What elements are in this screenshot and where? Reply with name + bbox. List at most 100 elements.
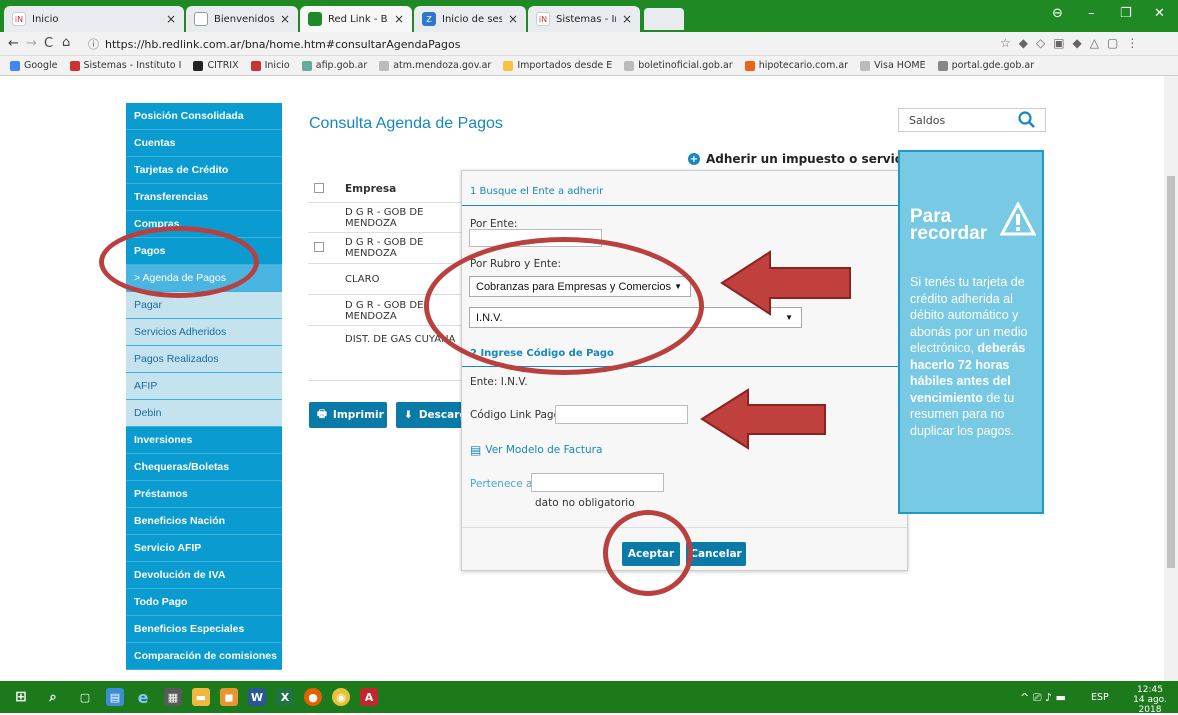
forward-button[interactable]: → xyxy=(26,36,37,51)
info-title: Para recordar xyxy=(910,206,988,244)
printer-icon: 🖶 xyxy=(317,408,327,420)
sidebar-item[interactable]: Pagos Realizados xyxy=(126,346,282,373)
tab-inicio[interactable]: iN Inicio × xyxy=(4,6,184,32)
sidebar-item[interactable]: Beneficios Especiales xyxy=(126,616,282,643)
windows-start-icon[interactable]: ⊞ xyxy=(12,688,30,706)
page-scrollbar[interactable] xyxy=(1164,76,1178,681)
imprimir-button[interactable]: 🖶 Imprimir xyxy=(309,402,387,428)
bookmark-item[interactable]: boletinoficial.gob.ar xyxy=(624,60,733,71)
sidebar-item[interactable]: Posición Consolidada xyxy=(126,103,282,130)
annotation-ellipse xyxy=(99,226,259,298)
tab-favicon-icon: iN xyxy=(536,12,550,26)
bookmark-item[interactable]: portal.gde.gob.ar xyxy=(937,60,1034,71)
sidebar-item[interactable]: Cuentas xyxy=(126,130,282,157)
bookmark-item[interactable]: Sistemas - Instituto I xyxy=(69,60,181,71)
search-icon[interactable] xyxy=(1018,111,1036,132)
sidebar-item[interactable]: Préstamos xyxy=(126,481,282,508)
chrome-icon[interactable]: ◉ xyxy=(332,688,350,706)
warning-icon xyxy=(1000,202,1036,236)
sidebar-item[interactable]: Chequeras/Boletas xyxy=(126,454,282,481)
bookmark-item[interactable]: Visa HOME xyxy=(860,60,926,71)
annotation-ellipse xyxy=(424,237,704,375)
page-title: Consulta Agenda de Pagos xyxy=(309,115,503,132)
store-icon[interactable]: ▤ xyxy=(106,688,124,706)
bookmark-folder[interactable]: Importados desde E xyxy=(503,60,612,71)
acrobat-icon[interactable]: A xyxy=(360,688,378,706)
close-window-button[interactable]: ✕ xyxy=(1154,6,1165,21)
firefox-icon[interactable]: ● xyxy=(304,688,322,706)
sidebar-item[interactable]: Servicios Adheridos xyxy=(126,319,282,346)
url-field[interactable]: ⓘ https://hb.redlink.com.ar/bna/home.htm… xyxy=(88,35,988,53)
clock[interactable]: 12:45 14 ago. 2018 xyxy=(1128,685,1172,715)
minimize-button[interactable]: – xyxy=(1088,6,1095,21)
tab-linkpagos[interactable]: Bienvenidos a LinkPagos × xyxy=(186,6,298,32)
sidebar-item[interactable]: Debin xyxy=(126,400,282,427)
annotation-ellipse xyxy=(603,510,693,596)
page-icon xyxy=(194,12,208,26)
maximize-button[interactable]: ❐ xyxy=(1120,6,1132,21)
info-icon: ⓘ xyxy=(88,38,99,51)
bookmarks-bar: Google Sistemas - Instituto I CITRIX Ini… xyxy=(0,56,1178,76)
close-icon[interactable]: × xyxy=(280,12,290,26)
adherir-link[interactable]: + Adherir un impuesto o servicio xyxy=(688,152,914,166)
table-row: D G R - GOB DE MENDOZA xyxy=(345,207,424,229)
cancelar-button[interactable]: Cancelar xyxy=(686,542,746,566)
back-button[interactable]: ← xyxy=(8,36,19,51)
bookmark-item[interactable]: atm.mendoza.gov.ar xyxy=(379,60,491,71)
plus-icon: + xyxy=(688,153,700,165)
task-view-icon[interactable]: ▢ xyxy=(76,688,94,706)
close-icon[interactable]: × xyxy=(166,12,176,26)
sidebar-item[interactable]: AFIP xyxy=(126,373,282,400)
close-icon[interactable]: × xyxy=(394,12,404,26)
language-indicator[interactable]: ESP xyxy=(1091,692,1109,703)
reload-button[interactable]: C xyxy=(44,36,53,51)
ver-modelo-link[interactable]: ▤ Ver Modelo de Factura xyxy=(470,443,602,457)
column-header-empresa: Empresa xyxy=(345,183,397,195)
bookmark-item[interactable]: Inicio xyxy=(250,60,290,71)
bookmark-item[interactable]: hipotecario.com.ar xyxy=(744,60,848,71)
codigo-input[interactable] xyxy=(555,405,688,424)
row-checkbox[interactable] xyxy=(314,242,324,252)
calculator-icon[interactable]: ▦ xyxy=(164,688,182,706)
info-text: Si tenés tu tarjeta de crédito adherida … xyxy=(910,275,1028,438)
table-row: D G R - GOB DE MENDOZA xyxy=(345,237,424,259)
sidebar-item[interactable]: Servicio AFIP xyxy=(126,535,282,562)
profile-icon[interactable]: ⊖ xyxy=(1052,6,1063,21)
word-icon[interactable]: W xyxy=(248,688,266,706)
new-tab-button[interactable] xyxy=(644,8,684,30)
edge-icon[interactable]: e xyxy=(134,688,152,707)
sidebar-item[interactable]: Beneficios Nación xyxy=(126,508,282,535)
tab-redlink[interactable]: Red Link - BANCO DE LA × xyxy=(300,6,412,32)
document-icon: ▤ xyxy=(470,443,482,457)
hint-text: dato no obligatorio xyxy=(535,497,635,509)
close-icon[interactable]: × xyxy=(508,12,518,26)
bookmark-item[interactable]: Google xyxy=(10,60,58,71)
system-tray-icons[interactable]: ^ ⎚ ♪ ▬ xyxy=(1020,691,1066,705)
search-icon[interactable]: ⌕ xyxy=(44,688,62,706)
descargar-button[interactable]: ⬇ Descarg xyxy=(396,402,464,428)
sidebar-item[interactable]: Todo Pago xyxy=(126,589,282,616)
extension-icons[interactable]: ☆◆◇▣◆△▢⋮ xyxy=(1000,36,1146,50)
excel-icon[interactable]: X xyxy=(276,688,294,706)
bookmark-item[interactable]: CITRIX xyxy=(193,60,239,71)
app-icon[interactable]: ◼ xyxy=(220,688,238,706)
sidebar-menu: Posición Consolidada Cuentas Tarjetas de C… xyxy=(126,103,282,670)
close-icon[interactable]: × xyxy=(622,12,632,26)
redlink-icon xyxy=(308,12,322,26)
sidebar-item[interactable]: Tarjetas de Crédito xyxy=(126,157,282,184)
select-all-checkbox[interactable] xyxy=(314,183,324,193)
sidebar-item[interactable]: Transferencias xyxy=(126,184,282,211)
sidebar-item[interactable]: Comparación de comisiones xyxy=(126,643,282,670)
tab-inicio-sesion[interactable]: Z Inicio de sesión en el clie × xyxy=(414,6,526,32)
table-row: CLARO xyxy=(345,274,380,285)
home-button[interactable]: ⌂ xyxy=(62,35,70,50)
pertenece-input[interactable] xyxy=(531,473,664,492)
sidebar-item[interactable]: Inversiones xyxy=(126,427,282,454)
zoho-icon: Z xyxy=(422,12,436,26)
tab-sistemas[interactable]: iN Sistemas - Instituto Nacio × xyxy=(528,6,640,32)
ente-selected-label: Ente: I.N.V. xyxy=(470,376,528,388)
sidebar-item[interactable]: Devolución de IVA xyxy=(126,562,282,589)
folder-icon[interactable]: ▬ xyxy=(192,688,210,706)
bookmark-item[interactable]: afip.gob.ar xyxy=(301,60,367,71)
tab-favicon-icon: iN xyxy=(12,12,26,26)
